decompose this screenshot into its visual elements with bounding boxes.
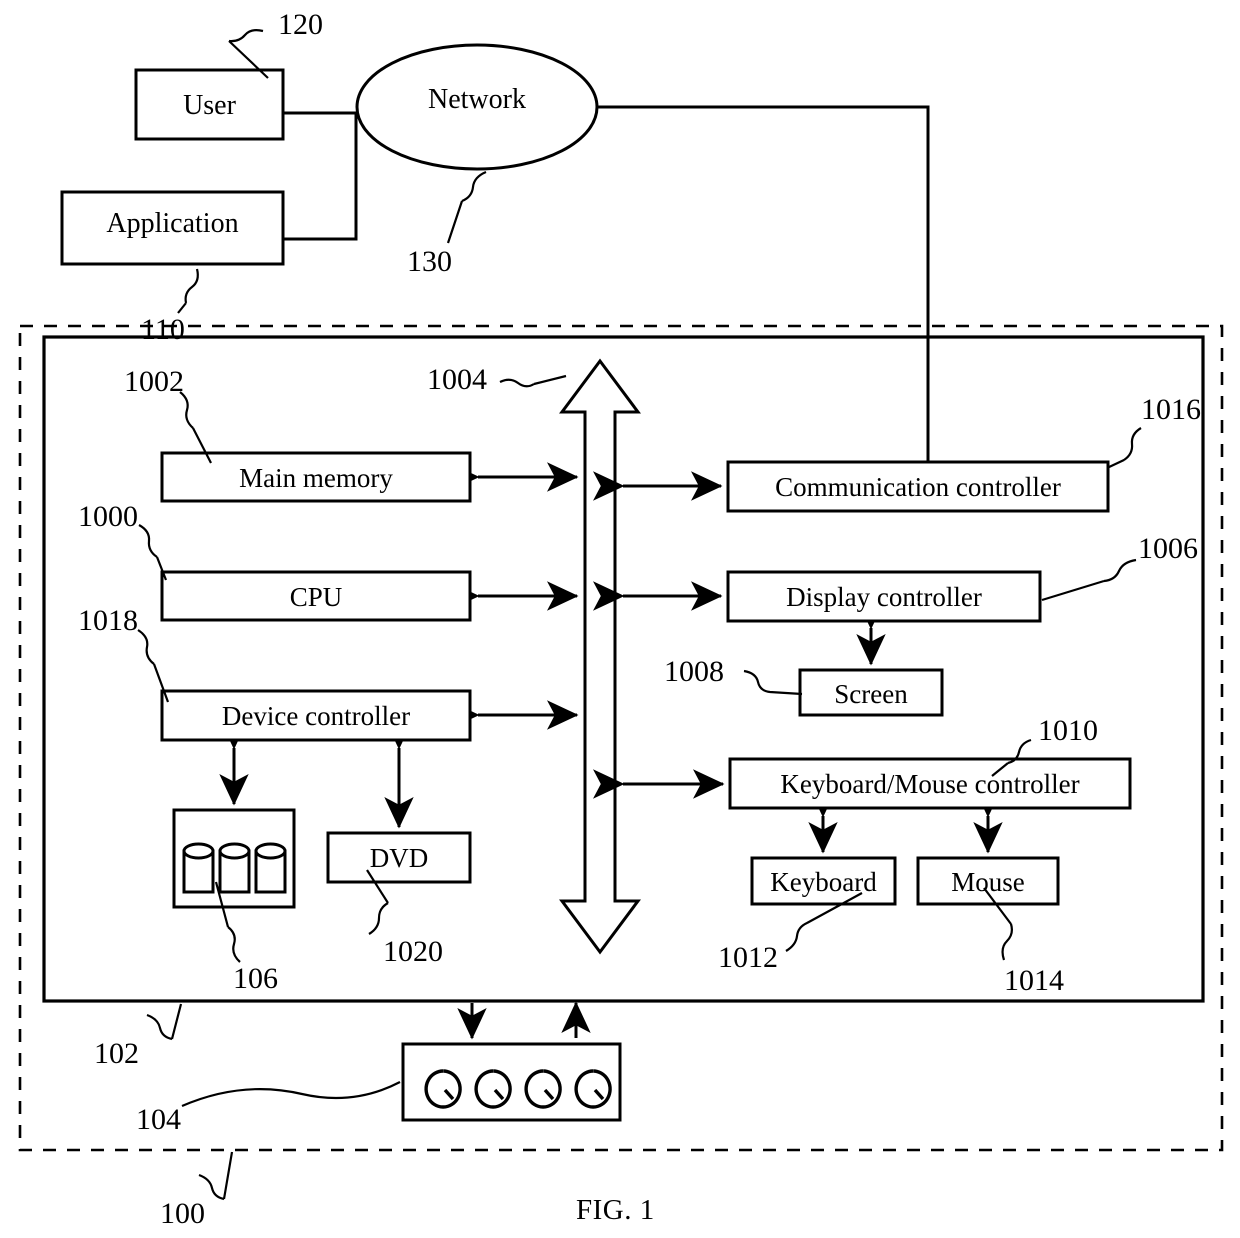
label-mouse: Mouse [951, 867, 1025, 897]
label-main-memory: Main memory [239, 463, 393, 493]
label-cpu: CPU [289, 582, 343, 612]
label-user: User [183, 90, 236, 121]
label-dvd: DVD [369, 843, 429, 873]
label-keyboard: Keyboard [770, 867, 877, 897]
ref-100: 100 [160, 1197, 205, 1230]
label-application: Application [106, 208, 239, 239]
ref-1018: 1018 [78, 604, 138, 637]
ref-1010: 1010 [1038, 714, 1098, 747]
ref-104: 104 [136, 1103, 181, 1136]
label-device-controller: Device controller [221, 701, 411, 731]
label-keyboard-mouse-controller: Keyboard/Mouse controller [780, 769, 1080, 799]
ref-1004: 1004 [427, 363, 487, 396]
ref-130: 130 [407, 245, 452, 278]
ref-1016: 1016 [1141, 393, 1201, 426]
label-communication-controller: Communication controller [775, 472, 1061, 502]
ref-1008: 1008 [664, 655, 724, 688]
figure-canvas: User Application Network Main memory CPU… [0, 0, 1240, 1238]
label-screen: Screen [834, 679, 908, 709]
ref-106: 106 [233, 962, 278, 995]
label-network: Network [428, 84, 526, 115]
label-display-controller: Display controller [786, 582, 982, 612]
ref-1012: 1012 [718, 941, 778, 974]
ref-1000: 1000 [78, 500, 138, 533]
ref-1014: 1014 [1004, 964, 1064, 997]
figure-caption: FIG. 1 [576, 1194, 655, 1226]
ref-102: 102 [94, 1037, 139, 1070]
ref-110: 110 [141, 313, 185, 346]
ref-120: 120 [278, 8, 323, 41]
ref-1002: 1002 [124, 365, 184, 398]
ref-1006: 1006 [1138, 532, 1198, 565]
ref-1020: 1020 [383, 935, 443, 968]
